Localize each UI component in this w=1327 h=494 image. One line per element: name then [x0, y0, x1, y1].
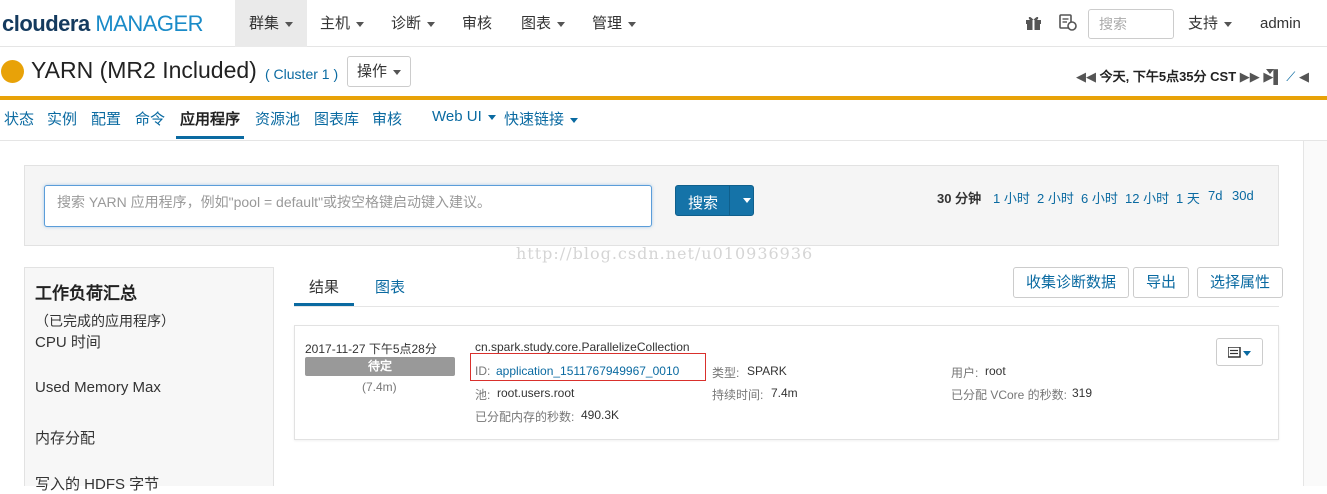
app-vcore-seconds: 319 — [1072, 386, 1093, 400]
summary-title: 工作负荷汇总 — [35, 284, 137, 303]
chevron-down-icon — [628, 21, 637, 27]
rewind-icon[interactable]: ◀◀ — [1076, 69, 1096, 84]
export-button[interactable]: 导出 — [1133, 267, 1190, 298]
nav-hosts[interactable]: 主机 — [306, 0, 378, 47]
app-pool: root.users.root — [497, 386, 575, 400]
watermark: http://blog.csdn.net/u010936936 — [516, 244, 814, 263]
select-attributes-button[interactable]: 选择属性 — [1197, 267, 1284, 298]
chevron-down-icon — [393, 69, 401, 75]
app-vcore-seconds-label: 已分配 VCore 的秒数: — [951, 388, 1068, 402]
chevron-down-icon — [487, 114, 496, 120]
app-user-label: 用户: — [951, 366, 979, 380]
summary-item-hdfs-bytes-written[interactable]: 写入的 HDFS 字节 — [35, 473, 159, 494]
current-time[interactable]: 今天, 下午5点35分 CST — [1100, 69, 1237, 84]
tab-results[interactable]: 结果 — [309, 276, 339, 297]
active-tab-indicator — [294, 303, 354, 306]
status-badge: 待定 — [305, 357, 455, 376]
collapse-left-icon[interactable]: ◀ — [1299, 69, 1309, 84]
forward-icon[interactable]: ▶▶ — [1240, 69, 1260, 84]
nav-user-menu[interactable]: admin — [1246, 0, 1327, 74]
tab-configuration[interactable]: 配置 — [91, 108, 121, 129]
tab-resource-pools[interactable]: 资源池 — [255, 108, 300, 129]
range-30m[interactable]: 30 分钟 — [937, 188, 981, 207]
chart-icon[interactable]: ⟋ — [1286, 69, 1295, 84]
summary-subtitle: （已完成的应用程序） — [35, 313, 175, 329]
application-result-card — [294, 325, 1279, 440]
app-start-time: 2017-11-27 下午5点28分 — [305, 342, 437, 356]
nav-charts[interactable]: 图表 — [507, 0, 579, 47]
chevron-down-icon — [285, 21, 294, 27]
tab-commands[interactable]: 命令 — [135, 108, 165, 129]
chevron-down-icon — [1243, 351, 1251, 356]
app-actions-menu-button[interactable] — [1216, 338, 1263, 366]
app-pool-label: 池: — [475, 388, 491, 402]
tab-applications[interactable]: 应用程序 — [180, 108, 240, 129]
tab-quick-links[interactable]: 快速链接 — [504, 108, 579, 129]
application-search-input[interactable] — [44, 185, 652, 227]
actions-button[interactable]: 操作 — [347, 56, 411, 87]
list-icon — [1228, 347, 1241, 358]
tabs-baseline — [294, 306, 1279, 307]
chevron-down-icon — [356, 21, 365, 27]
service-status-indicator — [1, 60, 24, 83]
cloudera-logo[interactable]: cloudera MANAGER — [2, 11, 204, 37]
app-memory-seconds-label: 已分配内存的秒数: — [475, 410, 575, 424]
app-type-label: 类型: — [712, 366, 740, 380]
range-7d[interactable]: 7d — [1208, 188, 1222, 203]
right-side-strip — [1303, 141, 1327, 486]
search-button[interactable]: 搜索 — [675, 185, 754, 216]
tab-status[interactable]: 状态 — [4, 108, 34, 129]
nav-admin[interactable]: 管理 — [578, 0, 650, 47]
chevron-down-icon[interactable] — [743, 198, 751, 203]
range-6h[interactable]: 6 小时 — [1081, 188, 1118, 207]
range-12h[interactable]: 12 小时 — [1125, 188, 1169, 207]
app-memory-seconds: 490.3K — [581, 408, 620, 422]
cluster-link[interactable]: ( Cluster 1 ) — [265, 66, 338, 82]
chevron-down-icon — [557, 21, 566, 27]
app-name: cn.spark.study.core.ParallelizeCollectio… — [475, 340, 690, 354]
app-user: root — [985, 364, 1006, 378]
summary-item-used-memory-max[interactable]: Used Memory Max — [35, 379, 161, 396]
active-tab-indicator — [176, 136, 244, 139]
app-duration-label: 持续时间: — [712, 388, 764, 402]
tab-charts[interactable]: 图表 — [375, 276, 405, 297]
service-status-bar — [0, 96, 1327, 100]
chevron-down-icon — [570, 117, 579, 123]
range-30d[interactable]: 30d — [1232, 188, 1254, 203]
summary-item-memory-allocation[interactable]: 内存分配 — [35, 427, 95, 448]
tab-instances[interactable]: 实例 — [47, 108, 77, 129]
range-1d[interactable]: 1 天 — [1176, 188, 1200, 207]
top-navbar: cloudera MANAGER 群集 主机 诊断 审核 图表 管理 支持 ad… — [0, 0, 1327, 74]
app-duration-short: (7.4m) — [362, 380, 397, 394]
running-commands-icon[interactable] — [1059, 14, 1077, 34]
range-1h[interactable]: 1 小时 — [993, 188, 1030, 207]
app-type: SPARK — [747, 364, 787, 378]
nav-diagnostics[interactable]: 诊断 — [377, 0, 449, 47]
tab-web-ui[interactable]: Web UI — [432, 108, 496, 125]
chevron-down-icon — [427, 21, 436, 27]
time-control: ◀◀ 今天, 下午5点35分 CST ▶▶ ▶▌ ⟋ ◀ — [1076, 66, 1309, 85]
nav-clusters[interactable]: 群集 — [235, 0, 308, 47]
range-2h[interactable]: 2 小时 — [1037, 188, 1074, 207]
highlight-box — [470, 353, 706, 381]
divider — [729, 186, 730, 215]
app-duration: 7.4m — [771, 386, 798, 400]
skip-to-now-icon[interactable]: ▶▌ — [1263, 69, 1282, 84]
gift-icon[interactable] — [1025, 14, 1042, 34]
tab-chart-library[interactable]: 图表库 — [314, 108, 359, 129]
collect-diagnostics-button[interactable]: 收集诊断数据 — [1013, 267, 1130, 298]
chevron-down-icon — [1224, 21, 1233, 27]
summary-item-cpu-time[interactable]: CPU 时间 — [35, 331, 101, 352]
global-search-input[interactable] — [1088, 9, 1174, 39]
page-title: YARN (MR2 Included) — [31, 57, 257, 83]
tab-audits[interactable]: 审核 — [372, 108, 402, 129]
nav-support[interactable]: 支持 — [1174, 0, 1246, 47]
nav-audits[interactable]: 审核 — [448, 0, 506, 47]
